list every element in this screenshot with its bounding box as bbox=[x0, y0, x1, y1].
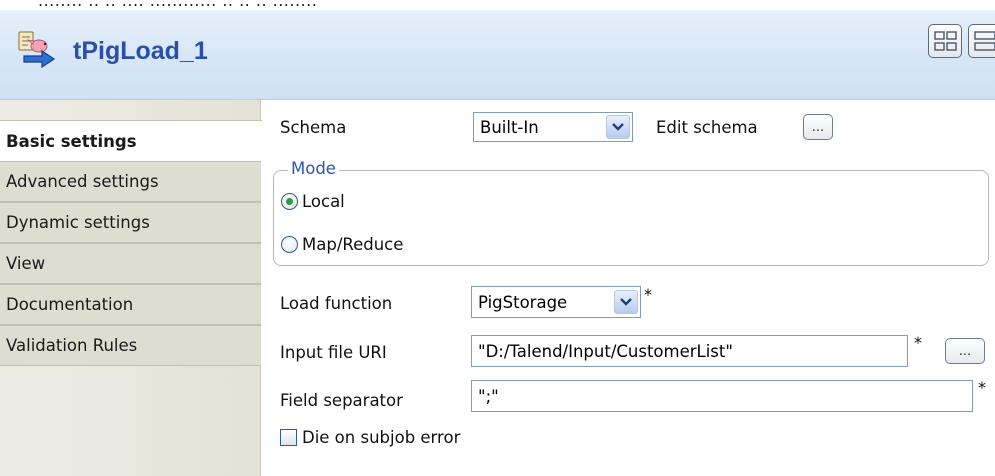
component-title: tPigLoad_1 bbox=[73, 37, 208, 65]
compact-view-button[interactable] bbox=[928, 24, 962, 58]
component-header: tPigLoad_1 bbox=[0, 10, 995, 100]
radio-selected-icon bbox=[281, 193, 298, 210]
pig-load-component-icon bbox=[18, 30, 58, 70]
mode-mapreduce-label: Map/Reduce bbox=[302, 235, 404, 254]
mode-local-radio[interactable]: Local bbox=[281, 192, 345, 211]
tab-dynamic-settings[interactable]: Dynamic settings bbox=[0, 202, 261, 243]
schema-dropdown-button[interactable] bbox=[606, 115, 630, 139]
browse-file-button[interactable]: ... bbox=[945, 338, 985, 364]
chevron-down-icon bbox=[620, 298, 632, 306]
schema-select-value: Built-In bbox=[480, 117, 539, 137]
tab-view[interactable]: View bbox=[0, 243, 261, 284]
input-file-uri-field[interactable]: "D:/Talend/Input/CustomerList" bbox=[471, 335, 908, 367]
field-separator-required-mark: * bbox=[978, 378, 986, 397]
tab-advanced-settings[interactable]: Advanced settings bbox=[0, 161, 261, 202]
chevron-down-icon bbox=[612, 123, 624, 131]
compact-view-icon bbox=[934, 31, 957, 51]
tab-basic-settings[interactable]: Basic settings bbox=[0, 120, 262, 161]
edit-schema-label: Edit schema bbox=[656, 118, 758, 137]
load-function-dropdown-button[interactable] bbox=[614, 290, 638, 314]
field-separator-value: ";" bbox=[478, 386, 499, 406]
load-function-required-mark: * bbox=[644, 285, 652, 304]
clipped-caption-strip: ........ .. .. .... ............ .. .. .… bbox=[0, 0, 995, 10]
mode-legend: Mode bbox=[288, 159, 339, 178]
table-view-button[interactable] bbox=[968, 24, 995, 58]
tab-documentation[interactable]: Documentation bbox=[0, 284, 261, 325]
table-view-icon bbox=[974, 31, 995, 51]
checkbox-unchecked-icon bbox=[280, 429, 297, 446]
schema-label: Schema bbox=[280, 118, 347, 137]
mode-local-label: Local bbox=[302, 192, 345, 211]
clipped-caption-text: ........ .. .. .... ............ .. .. .… bbox=[38, 0, 318, 10]
tab-validation-rules[interactable]: Validation Rules bbox=[0, 325, 261, 366]
field-separator-field[interactable]: ";" bbox=[471, 380, 973, 412]
load-function-select[interactable]: PigStorage bbox=[471, 286, 641, 318]
schema-select[interactable]: Built-In bbox=[473, 112, 633, 142]
load-function-select-value: PigStorage bbox=[478, 292, 568, 312]
input-file-uri-value: "D:/Talend/Input/CustomerList" bbox=[478, 341, 733, 361]
input-file-uri-label: Input file URI bbox=[280, 343, 387, 362]
ellipsis-icon: ... bbox=[958, 343, 972, 359]
input-file-uri-required-mark: * bbox=[914, 333, 922, 352]
edit-schema-button[interactable]: ... bbox=[803, 114, 833, 140]
die-on-subjob-error-checkbox[interactable]: Die on subjob error bbox=[280, 428, 460, 447]
field-separator-label: Field separator bbox=[280, 391, 403, 410]
mode-mapreduce-radio[interactable]: Map/Reduce bbox=[281, 235, 403, 254]
ellipsis-icon: ... bbox=[811, 119, 825, 135]
die-on-subjob-error-label: Die on subjob error bbox=[302, 428, 461, 447]
load-function-label: Load function bbox=[280, 294, 393, 313]
radio-unselected-icon bbox=[281, 236, 298, 253]
